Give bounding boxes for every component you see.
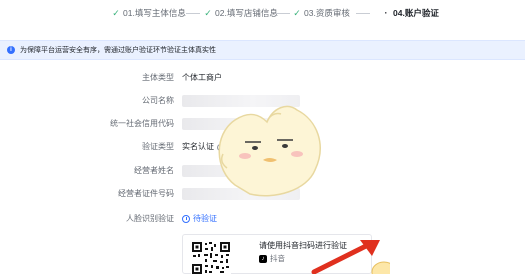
step-divider [356,13,370,14]
field-label: 经营者姓名 [134,166,174,175]
tiktok-icon: ♪ [259,254,267,263]
step-label: 02.填写店铺信息 [215,8,278,18]
qr-app-label: ♪ 抖音 [259,253,285,264]
field-label: 人脸识别验证 [126,214,174,223]
step-divider [186,13,200,14]
current-step-dot-icon: · [384,8,388,18]
check-icon: ✓ [293,7,301,18]
check-icon: ✓ [112,7,120,18]
field-label: 统一社会信用代码 [110,119,174,128]
notice-banner: i 为保障平台运营安全有序，需通过账户验证环节验证主体真实性 [0,40,525,60]
form-row-subject-type: 主体类型 个体工商户 [0,71,525,85]
step-4-current: · 04.账户验证 [382,6,439,20]
field-label: 主体类型 [142,73,174,82]
step-label: 01.填写主体信息 [123,8,186,18]
step-bar: ✓ 01.填写主体信息 ✓ 02.填写店铺信息 ✓ 03.资质审核 · 04.账… [0,0,525,28]
face-verify-status: 待验证 [182,212,217,226]
app-name: 抖音 [270,254,285,263]
info-icon: i [7,46,15,54]
step-3: ✓ 03.资质审核 [293,6,350,20]
clock-icon [182,215,190,223]
arrow-annotation-icon [311,240,390,274]
step-label: 03.资质审核 [304,8,350,18]
field-label: 公司名称 [142,96,174,105]
status-text: 待验证 [193,214,217,223]
step-1: ✓ 01.填写主体信息 [112,6,186,20]
form-row-face-verify: 人脸识别验证 待验证 [0,212,525,226]
field-label: 经营者证件号码 [118,189,174,198]
step-2: ✓ 02.填写店铺信息 [204,6,278,20]
step-divider [276,13,290,14]
mascot-sticker [218,105,321,197]
subject-type-value: 个体工商户 [182,73,222,82]
step-label: 04.账户验证 [393,8,439,18]
field-label: 验证类型 [142,142,174,151]
check-icon: ✓ [204,7,212,18]
notice-text: 为保障平台运营安全有序，需通过账户验证环节验证主体真实性 [20,47,216,54]
qr-code-icon[interactable] [191,241,231,275]
